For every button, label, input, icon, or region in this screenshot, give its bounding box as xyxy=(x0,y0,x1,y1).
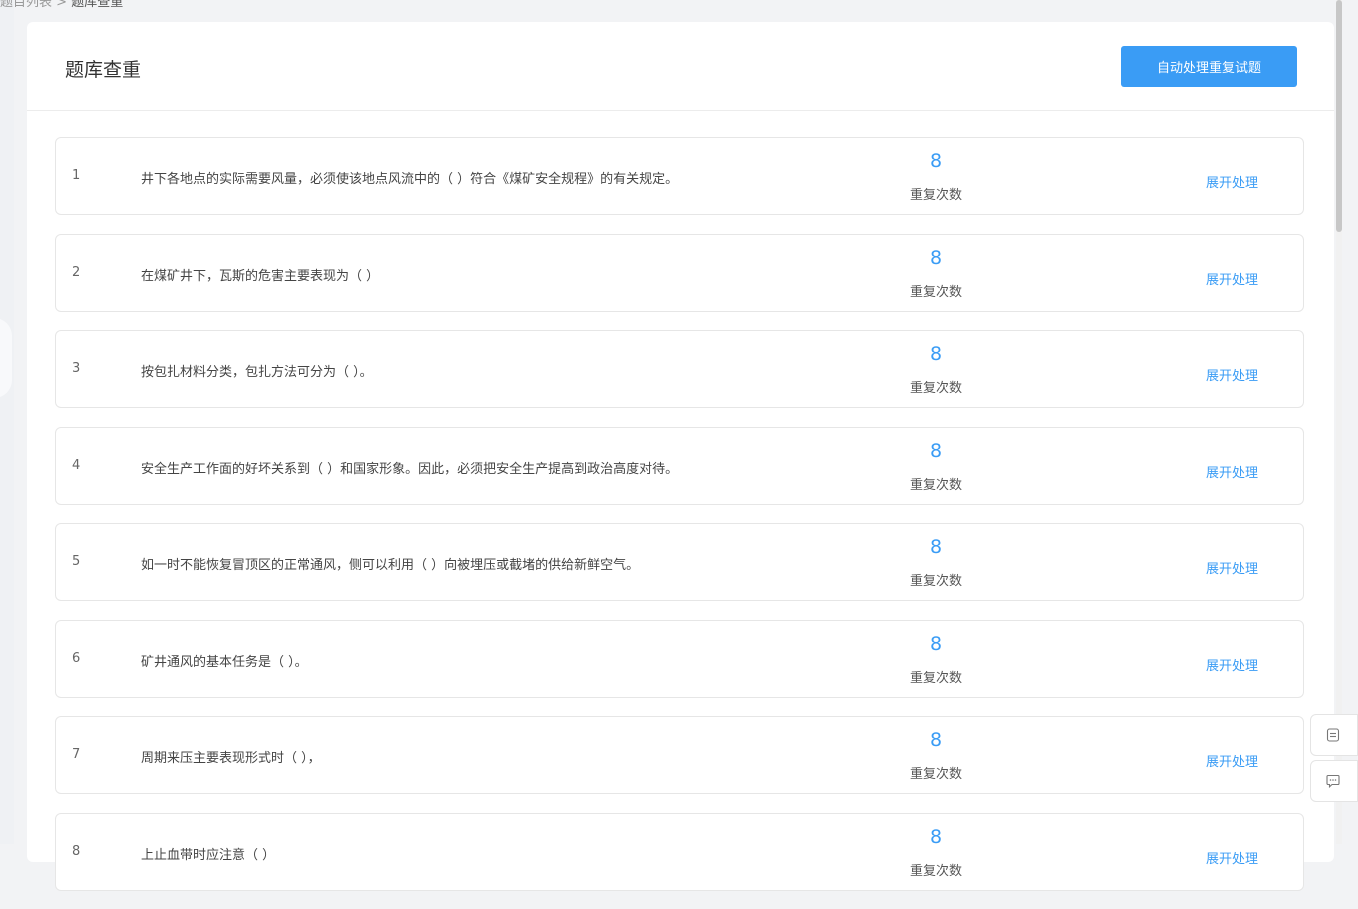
item-duplicate-count: 8 xyxy=(929,246,943,269)
item-duplicate-count-label: 重复次数 xyxy=(909,670,962,686)
item-index: 4 xyxy=(72,457,81,473)
main-card: 题库查重 自动处理重复试题 1 井下各地点的实际需要风量，必须使该地点风流中的（… xyxy=(27,22,1334,891)
list-item: 2 在煤矿井下，瓦斯的危害主要表现为（ ） 8 重复次数 展开处理 xyxy=(55,233,1304,312)
auto-process-duplicates-button[interactable]: 自动处理重复试题 xyxy=(1121,46,1297,87)
expand-process-link[interactable]: 展开处理 xyxy=(1206,462,1258,481)
item-index: 3 xyxy=(72,361,81,376)
item-duplicate-count: 8 xyxy=(929,439,943,462)
list-item: 1 井下各地点的实际需要风量，必须使该地点风流中的（ ）符合《煤矿安全规程》的有… xyxy=(55,137,1304,215)
item-index: 5 xyxy=(72,554,81,569)
item-duplicate-count-label: 重复次数 xyxy=(909,381,962,396)
item-duplicate-count-label: 重复次数 xyxy=(909,477,962,493)
expand-process-link[interactable]: 展开处理 xyxy=(1206,655,1258,674)
document-button[interactable] xyxy=(1310,714,1358,756)
left-rail xyxy=(0,0,14,844)
expand-process-link[interactable]: 展开处理 xyxy=(1206,751,1258,770)
chat-icon xyxy=(1326,774,1340,788)
item-index: 8 xyxy=(72,843,81,859)
item-duplicate-count-label: 重复次数 xyxy=(909,574,962,589)
scrollbar-thumb[interactable] xyxy=(1336,0,1342,232)
item-question-text: 矿井通风的基本任务是（ ）。 xyxy=(141,654,308,670)
expand-process-link[interactable]: 展开处理 xyxy=(1206,848,1258,867)
breadcrumb-separator: > xyxy=(52,0,72,10)
expand-process-link[interactable]: 展开处理 xyxy=(1206,172,1258,191)
item-duplicate-count: 8 xyxy=(929,536,943,558)
item-question-text: 按包扎材料分类，包扎方法可分为（ ）。 xyxy=(141,365,373,380)
item-index: 6 xyxy=(72,650,81,666)
item-question-text: 在煤矿井下，瓦斯的危害主要表现为（ ） xyxy=(141,268,380,284)
item-index: 7 xyxy=(72,747,81,762)
item-index: 2 xyxy=(72,264,81,280)
item-question-text: 周期来压主要表现形式时（ ）， xyxy=(141,751,321,766)
chat-button[interactable] xyxy=(1310,760,1358,802)
list-item: 4 安全生产工作面的好坏关系到（ ）和国家形象。因此，必须把安全生产提高到政治高… xyxy=(55,426,1304,505)
expand-process-link[interactable]: 展开处理 xyxy=(1206,558,1258,577)
list-item: 3 按包扎材料分类，包扎方法可分为（ ）。 8 重复次数 展开处理 xyxy=(55,330,1304,408)
item-question-text: 如一时不能恢复冒顶区的正常通风，侧可以利用（ ）向被埋压或截堵的供给新鲜空气。 xyxy=(141,558,640,573)
item-duplicate-count: 8 xyxy=(929,825,943,848)
item-duplicate-count-label: 重复次数 xyxy=(909,863,962,879)
duplicate-question-list: 1 井下各地点的实际需要风量，必须使该地点风流中的（ ）符合《煤矿安全规程》的有… xyxy=(55,137,1304,909)
item-question-text: 上止血带时应注意（ ） xyxy=(141,847,276,863)
breadcrumb-current: 题库查重 xyxy=(71,0,124,10)
page-title: 题库查重 xyxy=(65,59,142,81)
breadcrumb: 题目列表 > 题库查重 xyxy=(0,0,123,10)
list-item: 6 矿井通风的基本任务是（ ）。 8 重复次数 展开处理 xyxy=(55,619,1304,698)
sidebar-collapse-handle[interactable] xyxy=(0,318,12,398)
item-duplicate-count-label: 重复次数 xyxy=(909,767,962,782)
item-question-text: 井下各地点的实际需要风量，必须使该地点风流中的（ ）符合《煤矿安全规程》的有关规… xyxy=(141,172,679,187)
item-duplicate-count-label: 重复次数 xyxy=(909,284,962,300)
item-question-text: 安全生产工作面的好坏关系到（ ）和国家形象。因此，必须把安全生产提高到政治高度对… xyxy=(141,461,679,477)
item-duplicate-count: 8 xyxy=(929,632,943,655)
list-item: 8 上止血带时应注意（ ） 8 重复次数 展开处理 xyxy=(55,812,1304,891)
floating-toolbar xyxy=(1310,714,1358,806)
document-icon xyxy=(1326,728,1340,742)
item-duplicate-count: 8 xyxy=(929,343,943,365)
expand-process-link[interactable]: 展开处理 xyxy=(1206,365,1258,384)
expand-process-link[interactable]: 展开处理 xyxy=(1206,269,1258,288)
item-index: 1 xyxy=(72,168,81,183)
list-item: 7 周期来压主要表现形式时（ ）， 8 重复次数 展开处理 xyxy=(55,716,1304,794)
list-item: 5 如一时不能恢复冒顶区的正常通风，侧可以利用（ ）向被埋压或截堵的供给新鲜空气… xyxy=(55,523,1304,601)
item-duplicate-count: 8 xyxy=(929,150,943,172)
item-duplicate-count: 8 xyxy=(929,729,943,751)
card-header: 题库查重 自动处理重复试题 xyxy=(27,22,1334,111)
breadcrumb-parent[interactable]: 题目列表 xyxy=(0,0,52,10)
item-duplicate-count-label: 重复次数 xyxy=(909,188,962,203)
